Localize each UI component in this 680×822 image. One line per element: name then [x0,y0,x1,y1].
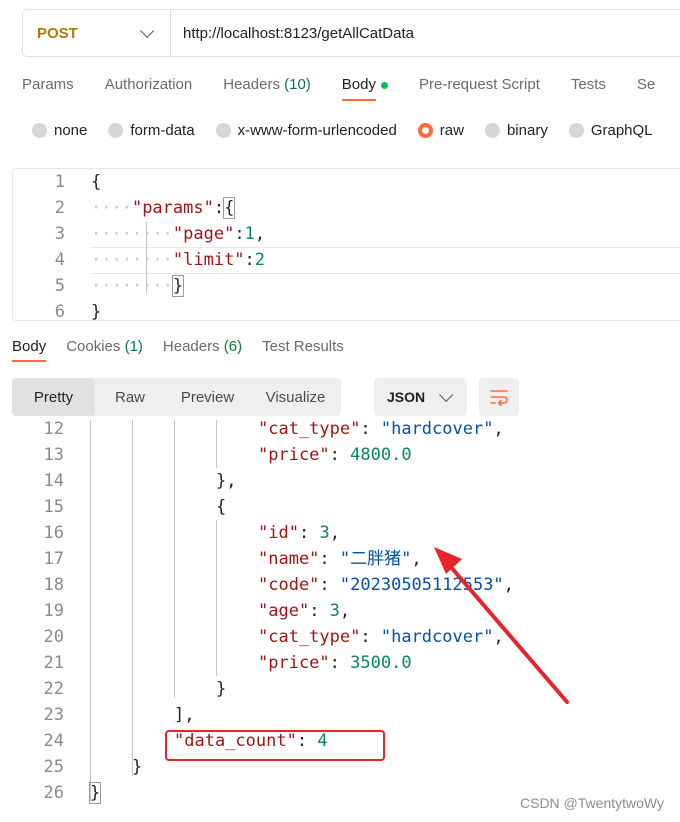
watermark: CSDN @TwentytwoWy [520,795,664,811]
arrow-annotation [434,547,569,704]
